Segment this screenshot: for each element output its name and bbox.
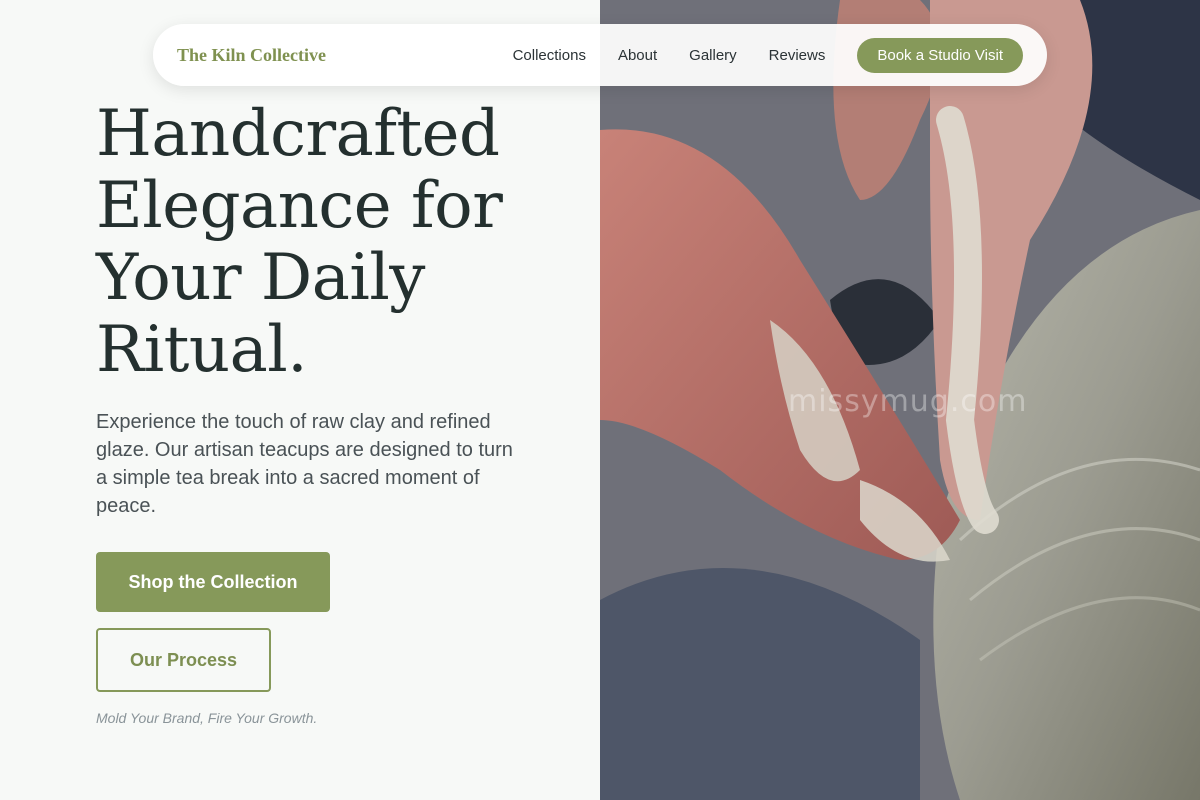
brand-logo[interactable]: The Kiln Collective bbox=[177, 45, 326, 66]
watermark-text: missymug.com bbox=[788, 384, 1028, 419]
hero-subtext: Experience the touch of raw clay and ref… bbox=[96, 411, 513, 517]
hero-tagline: Mold Your Brand, Fire Your Growth. bbox=[96, 710, 318, 726]
nav-link-collections[interactable]: Collections bbox=[513, 47, 586, 64]
book-studio-visit-button[interactable]: Book a Studio Visit bbox=[857, 37, 1023, 73]
nav-link-about[interactable]: About bbox=[618, 47, 657, 64]
hero-image-potter-hands: missymug.com bbox=[600, 0, 1200, 800]
nav-links: Collections About Gallery Reviews Book a… bbox=[513, 37, 1023, 73]
shop-collection-button[interactable]: Shop the Collection bbox=[96, 552, 330, 612]
nav-link-gallery[interactable]: Gallery bbox=[689, 47, 737, 64]
top-navbar: The Kiln Collective Collections About Ga… bbox=[153, 24, 1047, 86]
hero-headline: Handcrafted Elegance for Your Daily Ritu… bbox=[96, 97, 503, 387]
our-process-button[interactable]: Our Process bbox=[96, 628, 271, 692]
nav-link-reviews[interactable]: Reviews bbox=[769, 47, 826, 64]
